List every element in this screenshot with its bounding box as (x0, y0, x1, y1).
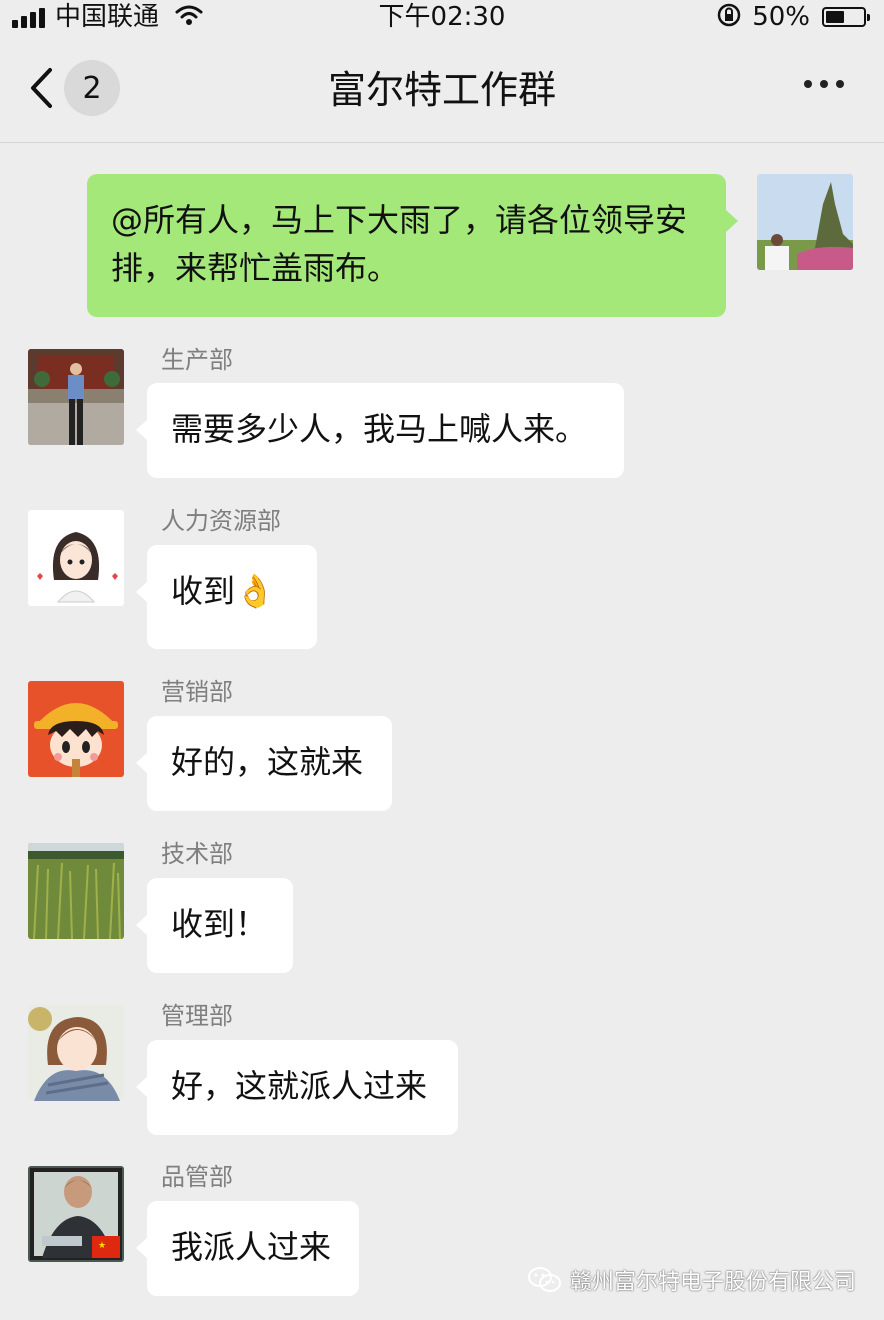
avatar-technology[interactable] (28, 843, 124, 939)
watermark: 赣州富尔特电子股份有限公司 (527, 1264, 856, 1296)
message-bubble[interactable]: 好，这就派人过来 (136, 1040, 458, 1135)
battery-icon (822, 7, 870, 27)
wechat-icon (527, 1267, 561, 1292)
svg-text:★: ★ (98, 1241, 106, 1251)
avatar-production[interactable] (28, 349, 124, 445)
message-text: @所有人，马上下大雨了，请各位领导安排，来帮忙盖雨布。 (111, 201, 688, 287)
avatar-quality[interactable]: ★ (28, 1166, 124, 1262)
battery-level (826, 11, 844, 23)
sender-name: 技术部 (161, 840, 233, 868)
avatar-hr[interactable] (28, 510, 124, 606)
more-dots-icon[interactable] (804, 80, 844, 88)
message-text: 好，这就派人过来 (171, 1067, 428, 1105)
status-right: 50% (716, 2, 870, 32)
message-text: 需要多少人，我马上喊人来。 (171, 410, 588, 448)
own-message-bubble[interactable]: @所有人，马上下大雨了，请各位领导安排，来帮忙盖雨布。 (87, 174, 738, 317)
battery-percent: 50% (752, 2, 810, 32)
message-bubble[interactable]: 收到！ (136, 878, 293, 973)
message-bubble[interactable]: 需要多少人，我马上喊人来。 (136, 383, 624, 478)
message-bubble[interactable]: 好的，这就来 (136, 716, 392, 811)
status-bar: 中国联通 下午02:30 50% (0, 0, 884, 36)
sender-name: 管理部 (161, 1002, 233, 1030)
avatar-management[interactable] (28, 1005, 124, 1101)
message-bubble[interactable]: 收到👌 (136, 545, 317, 649)
own-avatar[interactable] (757, 174, 853, 270)
sender-name: 品管部 (161, 1163, 233, 1191)
message-bubble[interactable]: 我派人过来 (136, 1201, 359, 1296)
message-list[interactable]: @所有人，马上下大雨了，请各位领导安排，来帮忙盖雨布。 生产部 需要多少人，我马 (0, 143, 884, 1320)
sender-name: 营销部 (161, 678, 233, 706)
sender-name: 人力资源部 (161, 507, 281, 535)
watermark-text: 赣州富尔特电子股份有限公司 (569, 1270, 856, 1295)
nav-bar: 2 富尔特工作群 (0, 36, 884, 143)
avatar-marketing[interactable] (28, 681, 124, 777)
message-text: 收到👌 (171, 572, 275, 610)
rotation-lock-icon (716, 2, 742, 32)
message-text: 收到！ (171, 905, 268, 943)
chat-title: 富尔特工作群 (327, 68, 556, 112)
message-text: 好的，这就来 (171, 743, 364, 781)
sender-name: 生产部 (161, 346, 233, 374)
message-text: 我派人过来 (171, 1228, 332, 1266)
